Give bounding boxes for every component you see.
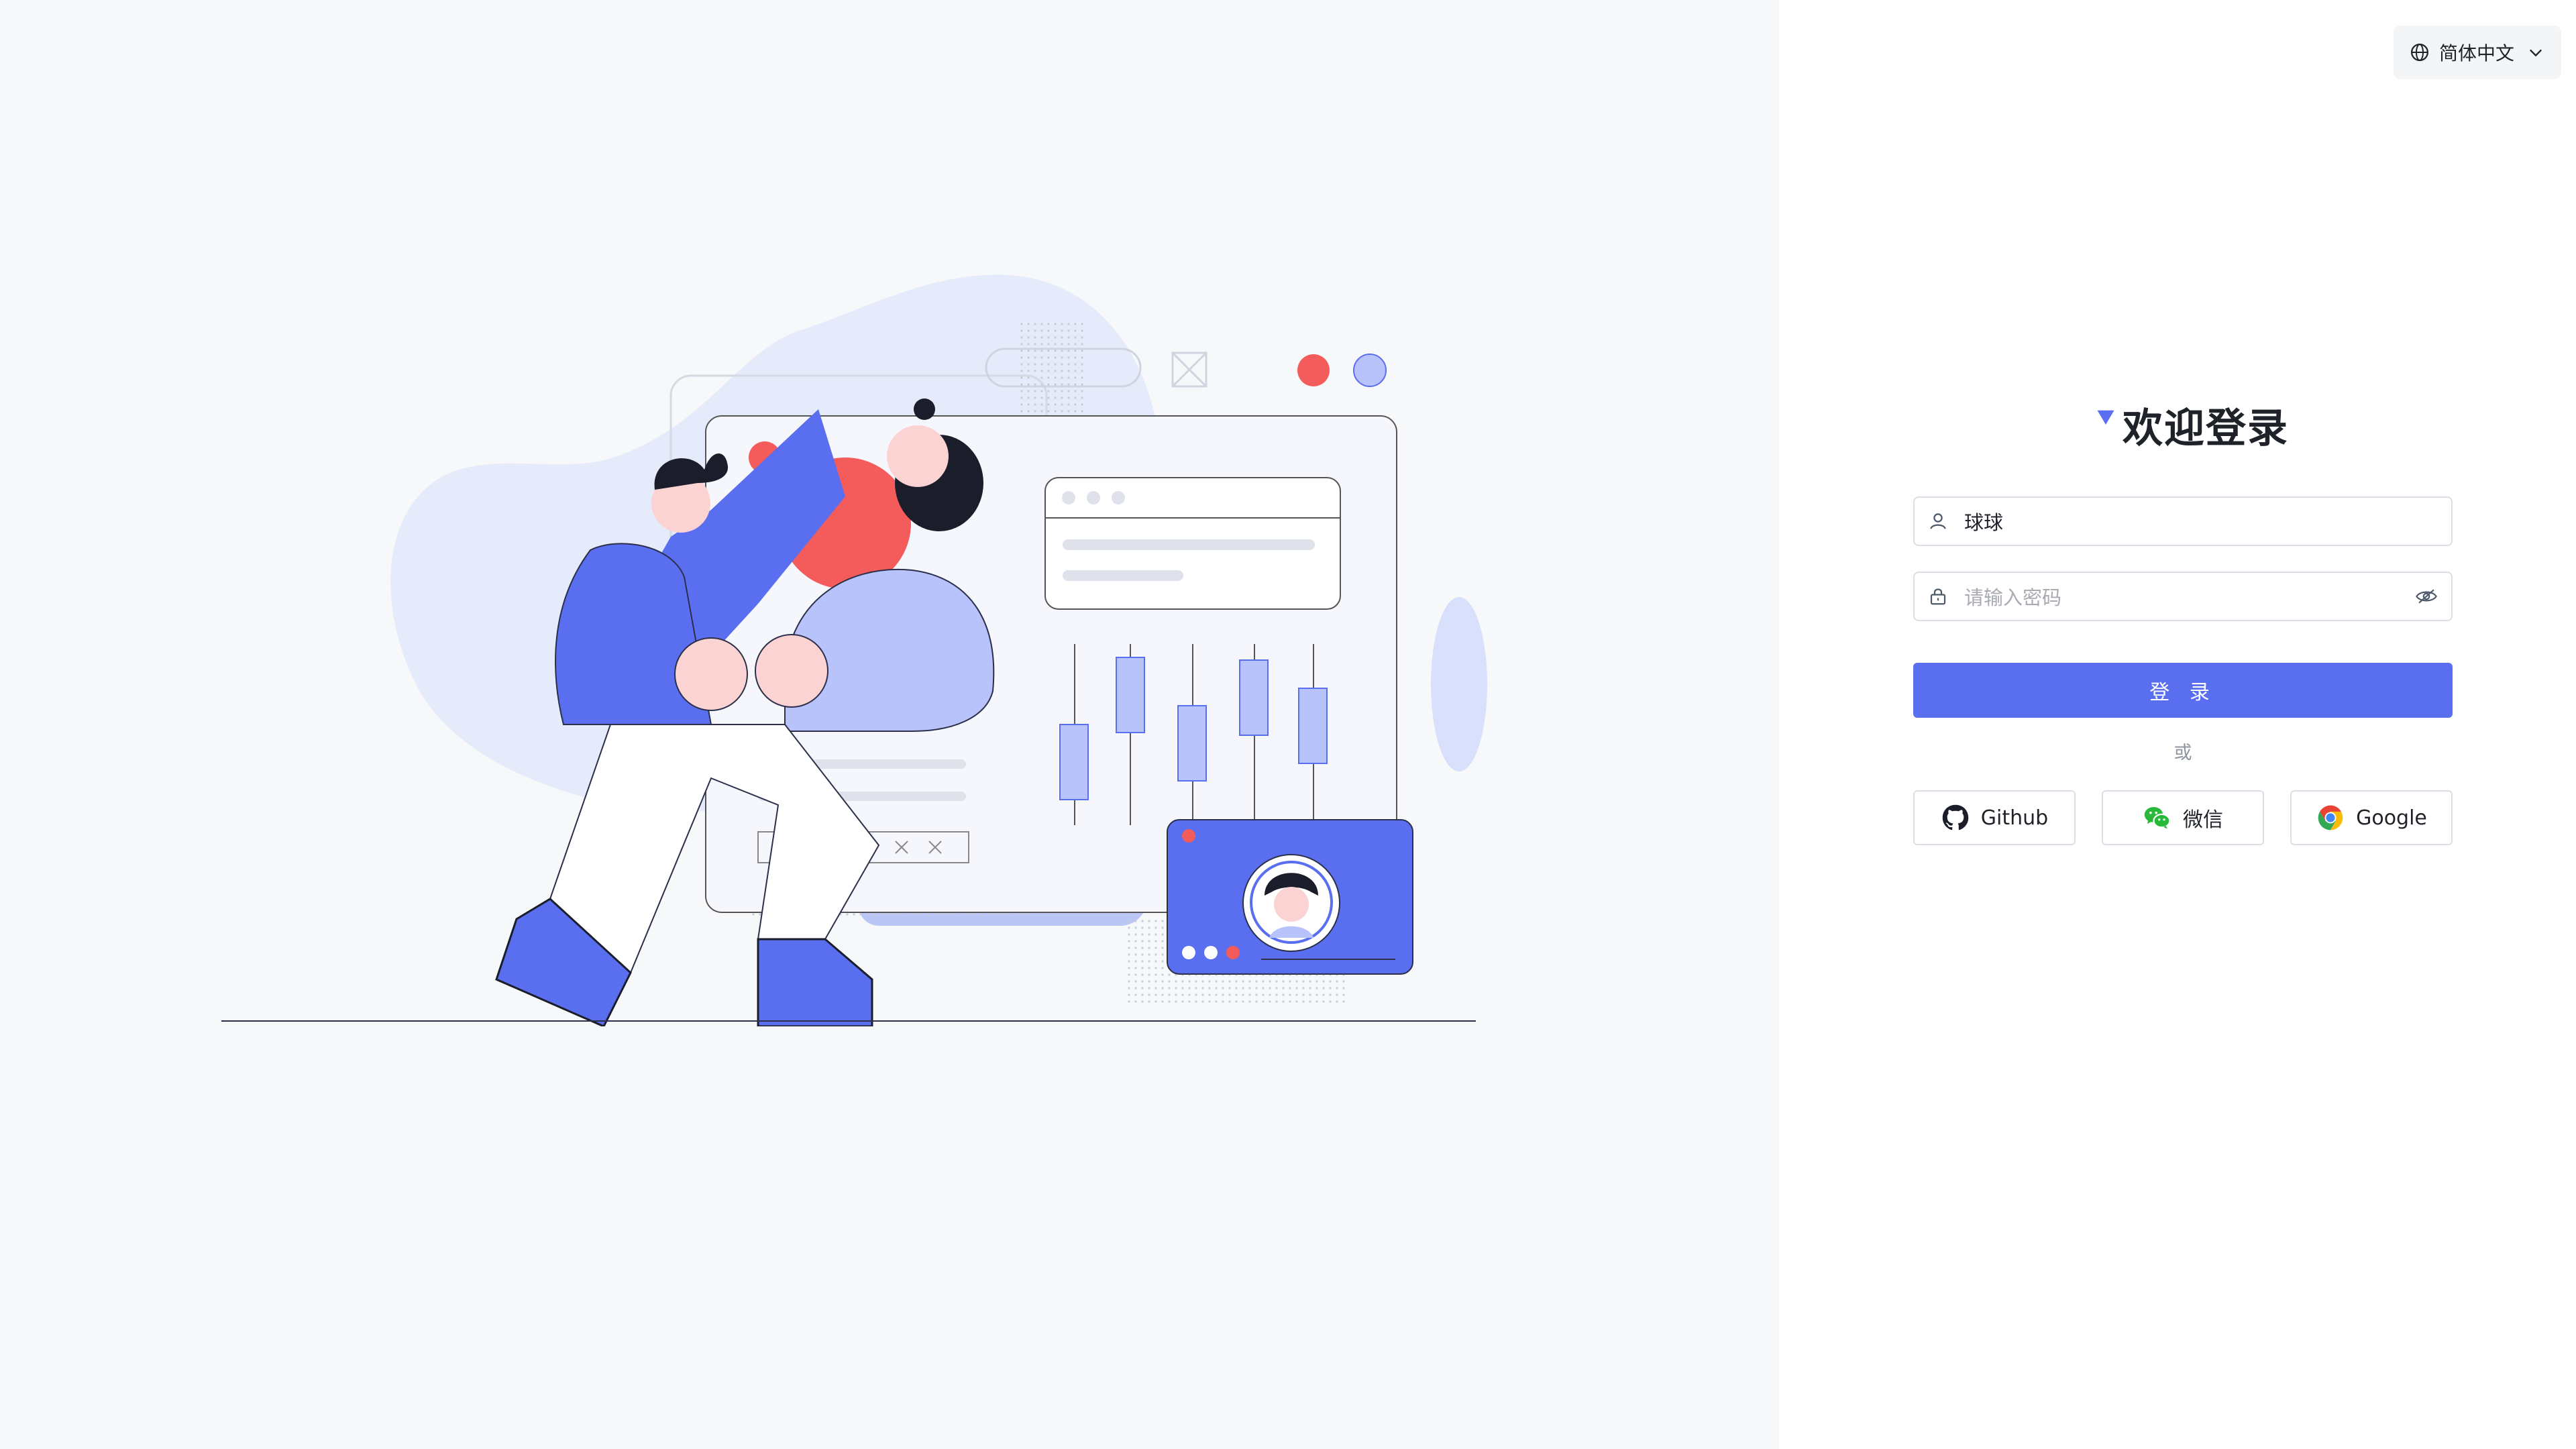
user-icon: [1930, 513, 1946, 529]
username-value: 球球: [1964, 511, 2004, 534]
username-field[interactable]: 球球: [1913, 496, 2453, 546]
github-label: Github: [1980, 806, 2049, 830]
github-icon: [1942, 804, 1969, 830]
language-switcher[interactable]: 简体中文: [2394, 25, 2561, 79]
login-illustration: [221, 274, 1487, 1026]
globe-icon: [2411, 44, 2428, 61]
page-title: 欢迎登录: [2123, 405, 2289, 452]
lock-icon: [1930, 588, 1946, 605]
password-field[interactable]: 请输入密码: [1913, 572, 2453, 621]
wechat-label: 微信: [2183, 808, 2223, 832]
wechat-login-button[interactable]: 微信: [2102, 790, 2264, 845]
wechat-icon: [2144, 807, 2171, 829]
login-heading: 欢迎登录: [2096, 396, 2289, 454]
password-placeholder: 请输入密码: [1964, 586, 2062, 609]
login-button[interactable]: 登 录: [1913, 663, 2453, 718]
language-label: 简体中文: [2439, 42, 2515, 64]
logo-icon: [2097, 410, 2114, 425]
eye-off-icon[interactable]: [2415, 586, 2438, 606]
chevron-down-icon: [2530, 49, 2542, 57]
chrome-icon: [2318, 805, 2343, 830]
github-login-button[interactable]: Github: [1913, 790, 2076, 845]
google-label: Google: [2356, 806, 2427, 830]
login-panel: [1779, 0, 2576, 1449]
google-login-button[interactable]: Google: [2290, 790, 2453, 845]
or-divider: 或: [2174, 743, 2192, 763]
illustration-panel: [0, 0, 1779, 1449]
